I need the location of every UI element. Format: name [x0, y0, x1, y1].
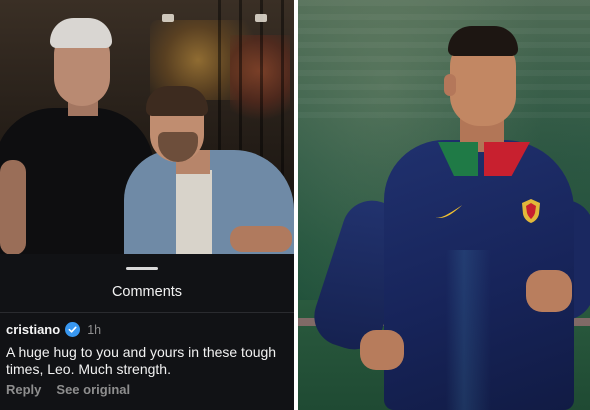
player-left-hand	[360, 330, 404, 370]
man-in-denim-hair	[146, 86, 208, 116]
see-original-button[interactable]: See original	[56, 382, 130, 397]
comments-sheet: Comments cristiano 1h A huge hug to you …	[0, 254, 294, 410]
ceiling-light	[162, 14, 174, 22]
comment-actions: Reply See original	[6, 382, 130, 397]
left-panel: Comments cristiano 1h A huge hug to you …	[0, 0, 294, 410]
comment-text: A huge hug to you and yours in these tou…	[6, 344, 277, 377]
checkmark-icon	[68, 326, 77, 333]
verified-badge-icon	[65, 322, 81, 337]
player-ear	[444, 74, 456, 96]
photo-two-men	[0, 0, 294, 254]
reply-button[interactable]: Reply	[6, 382, 41, 397]
comment-username[interactable]: cristiano	[6, 322, 60, 337]
ceiling-light	[255, 14, 267, 22]
comment-timestamp: 1h	[87, 322, 102, 337]
comment-header: cristiano 1h	[6, 322, 101, 337]
man-in-denim-hand	[230, 226, 292, 252]
stadium-stands	[298, 0, 590, 120]
man-in-black-arm	[0, 160, 26, 254]
player-hair	[448, 26, 518, 56]
portugal-crest-icon	[522, 199, 540, 223]
man-in-black-hair	[50, 18, 112, 48]
sheet-title: Comments	[111, 284, 183, 300]
right-panel	[298, 0, 590, 410]
jersey-pattern	[428, 250, 518, 410]
player-right-hand	[526, 270, 572, 312]
man-in-denim-shirt	[176, 170, 212, 254]
divider	[0, 312, 294, 313]
drag-handle[interactable]	[126, 267, 158, 270]
